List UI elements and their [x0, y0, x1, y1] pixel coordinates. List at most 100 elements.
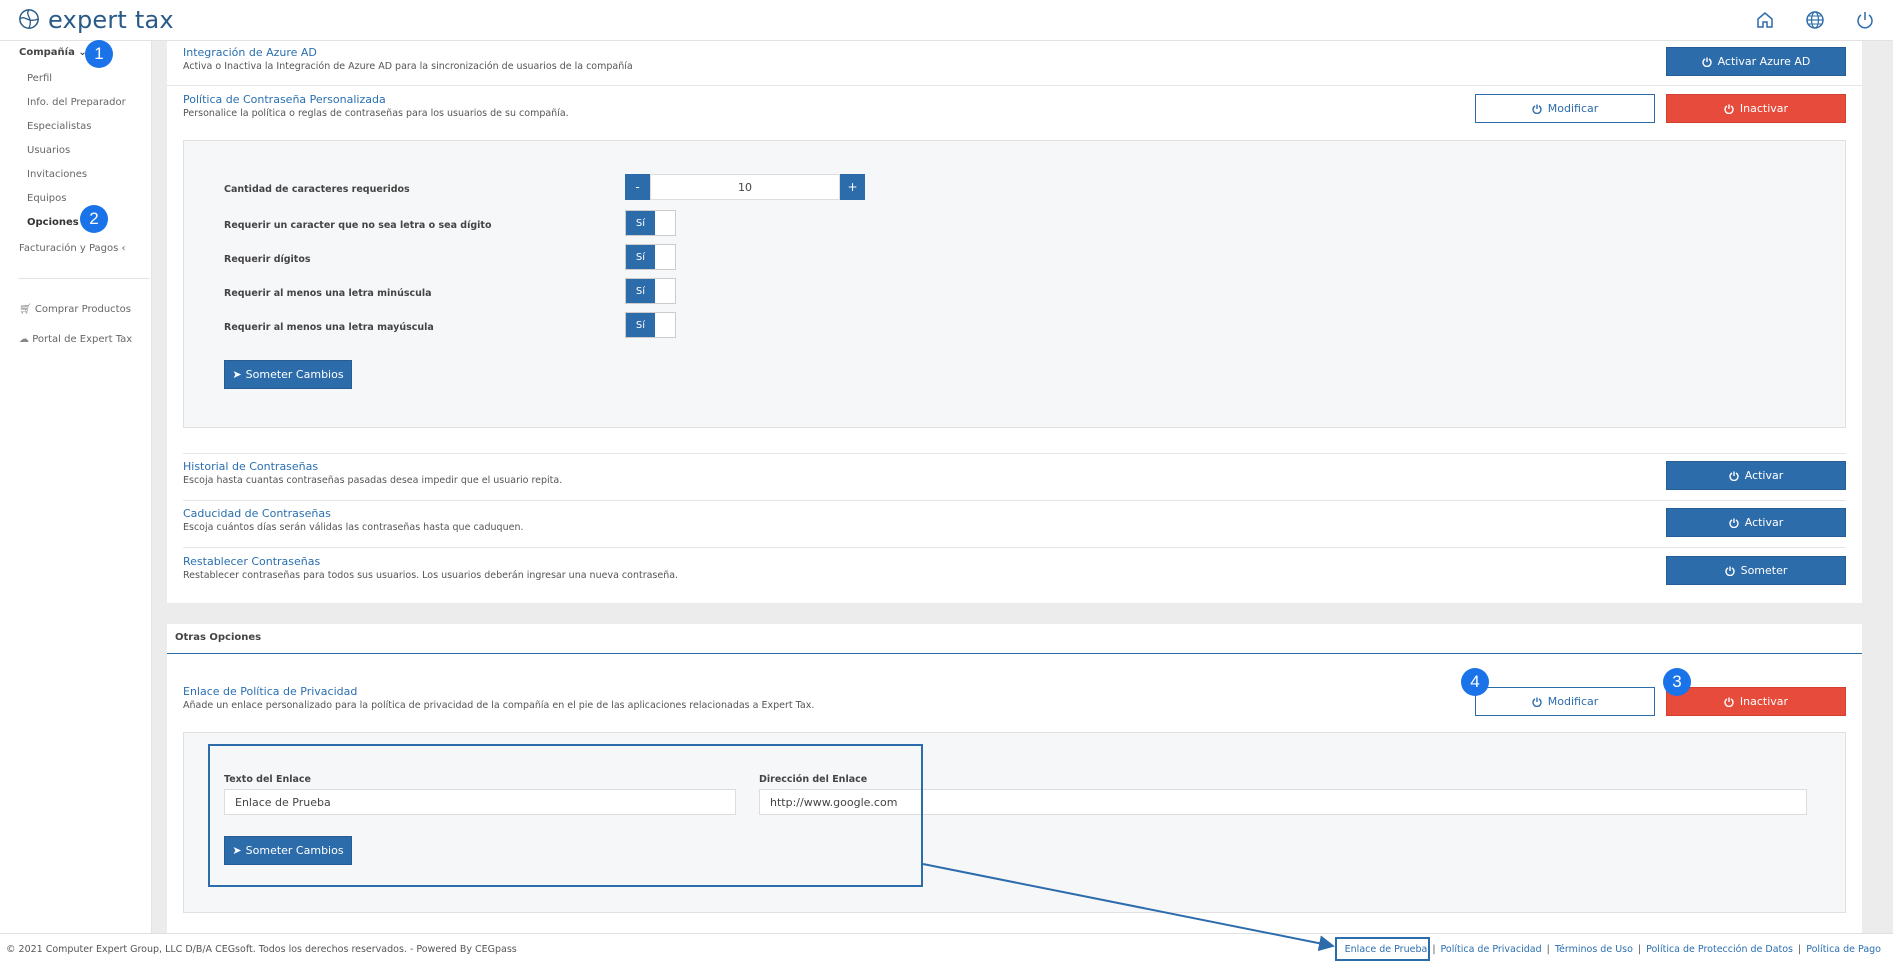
sidebar-item-teams[interactable]: Equipos: [27, 193, 66, 204]
footer-link-terms[interactable]: Términos de Uso: [1555, 944, 1633, 955]
sidebar-billing-label: Facturación y Pagos: [19, 243, 119, 254]
activate-azure-button[interactable]: Activar Azure AD: [1666, 47, 1846, 76]
privacy-link-title: Enlace de Política de Privacidad: [183, 685, 358, 698]
divider: [167, 85, 1862, 86]
footer-link-data-protection[interactable]: Política de Protección de Datos: [1646, 944, 1793, 955]
password-reset-title: Restablecer Contraseñas: [183, 555, 321, 568]
sidebar-item-preparer-info[interactable]: Info. del Preparador: [27, 97, 126, 108]
toggle-on-label: Sí: [626, 211, 655, 235]
toggle-digits[interactable]: Sí: [625, 244, 676, 270]
cart-icon: 🛒︎: [19, 304, 32, 315]
divider: [183, 547, 1846, 548]
top-header: expert tax: [0, 0, 1893, 41]
activate-history-button[interactable]: Activar: [1666, 461, 1846, 490]
cloud-icon: ☁: [19, 334, 29, 345]
azure-desc: Activa o Inactiva la Integración de Azur…: [183, 61, 633, 72]
sidebar-item-invitations[interactable]: Invitaciones: [27, 169, 87, 180]
highlight-box-footer-link: [1335, 937, 1430, 961]
modify-privacy-button[interactable]: Modificar: [1475, 687, 1655, 716]
submit-label: Someter Cambios: [245, 368, 344, 381]
sidebar-item-portal[interactable]: ☁ Portal de Expert Tax: [19, 334, 132, 345]
modify-password-policy-button[interactable]: Modificar: [1475, 94, 1655, 123]
other-options-title: Otras Opciones: [175, 632, 262, 643]
deactivate-privacy-button[interactable]: Inactivar: [1666, 687, 1846, 716]
activate-expiry-button[interactable]: Activar: [1666, 508, 1846, 537]
deactivate-password-policy-button[interactable]: Inactivar: [1666, 94, 1846, 123]
separator: |: [1798, 944, 1802, 955]
separator: |: [1546, 944, 1550, 955]
power-icon: [1701, 57, 1712, 67]
sidebar-item-company[interactable]: Compañía ⌄: [19, 47, 87, 58]
footer-link-privacy[interactable]: Política de Privacidad: [1441, 944, 1542, 955]
separator: |: [1432, 944, 1436, 955]
rule-label-uppercase: Requerir al menos una letra mayúscula: [224, 322, 434, 333]
sidebar-item-buy-products[interactable]: 🛒︎ Comprar Productos: [19, 304, 131, 315]
sidebar-company-label: Compañía: [19, 47, 75, 58]
toggle-on-label: Sí: [626, 313, 655, 337]
footer: © 2021 Computer Expert Group, LLC D/B/A …: [0, 933, 1893, 963]
logo[interactable]: expert tax: [18, 6, 174, 34]
submit-label: Someter: [1740, 564, 1788, 577]
sidebar-item-options[interactable]: Opciones: [27, 217, 79, 228]
activate-label: Activar: [1744, 516, 1784, 529]
deactivate-label: Inactivar: [1739, 102, 1789, 115]
password-policy-desc: Personalice la política o reglas de cont…: [183, 108, 569, 119]
sidebar-buy-label: Comprar Productos: [34, 304, 131, 315]
home-icon[interactable]: [1755, 10, 1775, 30]
privacy-link-desc: Añade un enlace personalizado para la po…: [183, 700, 815, 711]
password-reset-desc: Restablecer contraseñas para todos sus u…: [183, 570, 679, 581]
section-divider: [167, 653, 1862, 654]
azure-title: Integración de Azure AD: [183, 46, 317, 59]
logo-icon: [18, 8, 40, 33]
step-badge-2: 2: [80, 205, 108, 233]
highlight-box-form: [208, 744, 923, 887]
activate-label: Activar: [1744, 469, 1784, 482]
power-icon: [1729, 471, 1739, 481]
power-icon: [1724, 697, 1734, 707]
sidebar-item-users[interactable]: Usuarios: [27, 145, 70, 156]
rule-label-special-char: Requerir un caracter que no sea letra o …: [224, 220, 492, 231]
increment-button[interactable]: +: [840, 174, 865, 200]
password-expiry-title: Caducidad de Contraseñas: [183, 507, 331, 520]
sidebar-item-perfil[interactable]: Perfil: [27, 73, 52, 84]
password-history-title: Historial de Contraseñas: [183, 460, 319, 473]
toggle-lowercase[interactable]: Sí: [625, 278, 676, 304]
security-panel: Integración de Azure AD Activa o Inactiv…: [167, 41, 1862, 603]
password-policy-form: Cantidad de caracteres requeridos - 10 +…: [183, 140, 1846, 428]
submit-password-policy-button[interactable]: ➤ Someter Cambios: [224, 360, 352, 389]
rule-label-digits: Requerir dígitos: [224, 254, 311, 265]
submit-reset-button[interactable]: Someter: [1666, 556, 1846, 585]
step-badge-4: 4: [1461, 668, 1489, 696]
toggle-uppercase[interactable]: Sí: [625, 312, 676, 338]
copyright-text: © 2021 Computer Expert Group, LLC D/B/A …: [6, 944, 517, 955]
rule-label-lowercase: Requerir al menos una letra minúscula: [224, 288, 432, 299]
sidebar-item-billing[interactable]: Facturación y Pagos ‹: [19, 243, 126, 254]
step-badge-1: 1: [85, 40, 113, 68]
char-count-input[interactable]: 10: [650, 174, 840, 200]
password-history-desc: Escoja hasta cuantas contraseñas pasadas…: [183, 475, 563, 486]
deactivate-label: Inactivar: [1739, 695, 1789, 708]
password-expiry-desc: Escoja cuántos días serán válidas las co…: [183, 522, 524, 533]
sidebar: Compañía ⌄ Perfil Info. del Preparador E…: [0, 41, 152, 933]
footer-link-payment[interactable]: Política de Pago: [1806, 944, 1881, 955]
modify-label: Modificar: [1547, 102, 1599, 115]
activate-azure-label: Activar Azure AD: [1717, 55, 1811, 68]
power-icon: [1532, 697, 1542, 707]
toggle-special-char[interactable]: Sí: [625, 210, 676, 236]
sidebar-divider: [18, 278, 150, 279]
modify-label: Modificar: [1547, 695, 1599, 708]
sidebar-portal-label: Portal de Expert Tax: [32, 334, 133, 345]
step-badge-3: 3: [1663, 668, 1691, 696]
password-policy-title: Política de Contraseña Personalizada: [183, 93, 386, 106]
power-icon[interactable]: [1855, 10, 1875, 30]
toggle-on-label: Sí: [626, 279, 655, 303]
power-icon: [1729, 518, 1739, 528]
app-name: expert tax: [48, 6, 174, 34]
globe-icon[interactable]: [1805, 10, 1825, 30]
decrement-button[interactable]: -: [625, 174, 650, 200]
separator: |: [1637, 944, 1642, 955]
power-icon: [1532, 104, 1542, 114]
chevron-left-icon: ‹: [121, 243, 126, 254]
sidebar-item-specialists[interactable]: Especialistas: [27, 121, 91, 132]
power-icon: [1724, 104, 1734, 114]
